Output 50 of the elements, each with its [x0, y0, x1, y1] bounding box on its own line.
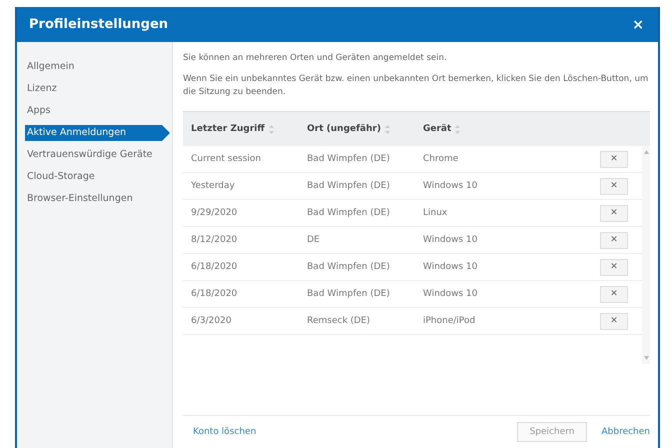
table-cell-text: 6/3/2020	[191, 316, 232, 326]
remove-button[interactable]: ✕	[600, 232, 628, 248]
sidebar-item[interactable]: Vertrauenswürdige Geräte	[25, 144, 154, 166]
table-cell-text: 9/29/2020	[191, 208, 238, 218]
table-cell-text: Windows 10	[423, 235, 478, 245]
column-header[interactable]: Ort (ungefähr)	[307, 124, 381, 134]
sidebar-item[interactable]: Apps	[25, 100, 154, 122]
table-cell-text: 6/18/2020	[191, 262, 238, 272]
table-cell-text: iPhone/iPod	[423, 316, 476, 326]
remove-button[interactable]: ✕	[600, 204, 628, 222]
remove-button[interactable]: ✕	[600, 258, 628, 276]
table-cell-text: Bad Wimpfen (DE)	[307, 154, 391, 164]
table-cell-text: Yesterday	[191, 181, 236, 191]
close-button[interactable]: ×	[630, 16, 646, 32]
window-title: Profileinstellungen	[29, 17, 168, 32]
delete-account-link[interactable]: Konto löschen	[193, 427, 256, 437]
sort-icon	[268, 124, 274, 134]
sidebar-item[interactable]: Lizenz	[25, 78, 154, 100]
sort-icon	[384, 124, 390, 134]
table-cell-text: 8/12/2020	[191, 235, 238, 245]
column-header[interactable]: Gerät	[423, 124, 452, 134]
remove-button[interactable]: ✕	[600, 150, 628, 168]
remove-button[interactable]: ✕	[600, 312, 628, 330]
table-cell-text: Linux	[423, 208, 448, 218]
sidebar-item[interactable]: Aktive Anmeldungen	[25, 125, 170, 141]
table-cell-text: Bad Wimpfen (DE)	[307, 262, 391, 272]
intro-text: Sie können an mehreren Orten und Geräten angemeldet sein.	[183, 52, 448, 65]
remove-button[interactable]: ✕	[600, 286, 628, 302]
intro-text: Wenn Sie ein unbekanntes Gerät bzw. einen unbekannten Ort bemerken, klicken Sie den Löschen-Button, um die Sitzung zu beenden.	[183, 73, 650, 99]
sidebar-item[interactable]: Cloud-Storage	[25, 166, 154, 188]
table-cell-text: DE	[307, 235, 321, 245]
table-cell-text: Windows 10	[423, 289, 478, 299]
table-cell-text: Bad Wimpfen (DE)	[307, 289, 391, 299]
scrollbar[interactable]	[642, 146, 650, 364]
table-cell-text: Bad Wimpfen (DE)	[307, 181, 391, 191]
table-cell-text: 6/18/2020	[191, 289, 238, 299]
table-cell-text: Windows 10	[423, 262, 478, 272]
table-cell-text: Chrome	[423, 154, 460, 164]
scroll-up-icon[interactable]	[644, 150, 648, 154]
sidebar-item[interactable]: Browser-Einstellungen	[25, 188, 154, 210]
table-cell-text: Windows 10	[423, 181, 478, 191]
table-cell-text: Remseck (DE)	[307, 316, 372, 326]
table-cell-text: Current session	[191, 154, 262, 164]
column-header[interactable]: Letzter Zugriff	[191, 124, 265, 134]
table-cell-text: Bad Wimpfen (DE)	[307, 208, 391, 218]
cancel-link[interactable]: Abbrechen	[601, 427, 650, 437]
scroll-down-icon[interactable]	[644, 356, 648, 360]
remove-button[interactable]: ✕	[600, 178, 628, 194]
sort-icon	[455, 124, 460, 134]
sidebar-item[interactable]: Allgemein	[25, 56, 154, 78]
